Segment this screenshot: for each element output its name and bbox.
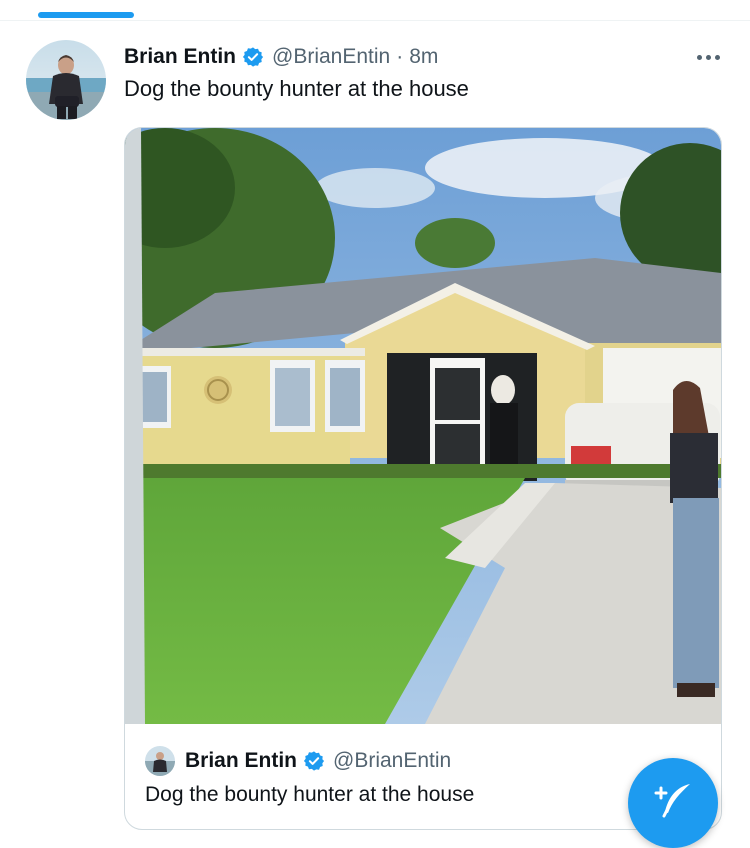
quoted-tweet[interactable]: Brian Entin @BrianEntin Dog the bounty h… bbox=[124, 127, 722, 830]
more-options-icon[interactable] bbox=[692, 47, 724, 67]
video-thumbnail[interactable] bbox=[125, 128, 721, 724]
quoted-tweet-header: Brian Entin @BrianEntin bbox=[145, 744, 451, 778]
author-name[interactable]: Brian Entin bbox=[124, 45, 236, 69]
avatar[interactable] bbox=[26, 40, 106, 120]
tweet-timestamp[interactable]: 8m bbox=[409, 45, 438, 69]
quoted-tweet-text: Dog the bounty hunter at the house bbox=[145, 783, 475, 806]
quoted-author-name[interactable]: Brian Entin bbox=[185, 749, 297, 773]
verified-badge-icon bbox=[303, 750, 325, 772]
quoted-avatar[interactable] bbox=[145, 746, 175, 776]
loading-progress-bar bbox=[38, 12, 134, 18]
compose-tweet-button[interactable] bbox=[628, 758, 718, 848]
verified-badge-icon bbox=[242, 46, 264, 68]
compose-tweet-icon bbox=[650, 778, 696, 829]
tweet-header: Brian Entin @BrianEntin · 8m bbox=[124, 42, 438, 72]
quoted-author-handle[interactable]: @BrianEntin bbox=[333, 749, 451, 773]
divider bbox=[0, 20, 750, 21]
author-handle[interactable]: @BrianEntin bbox=[272, 45, 390, 69]
separator-dot: · bbox=[396, 45, 404, 68]
tweet-text: Dog the bounty hunter at the house bbox=[124, 76, 469, 101]
